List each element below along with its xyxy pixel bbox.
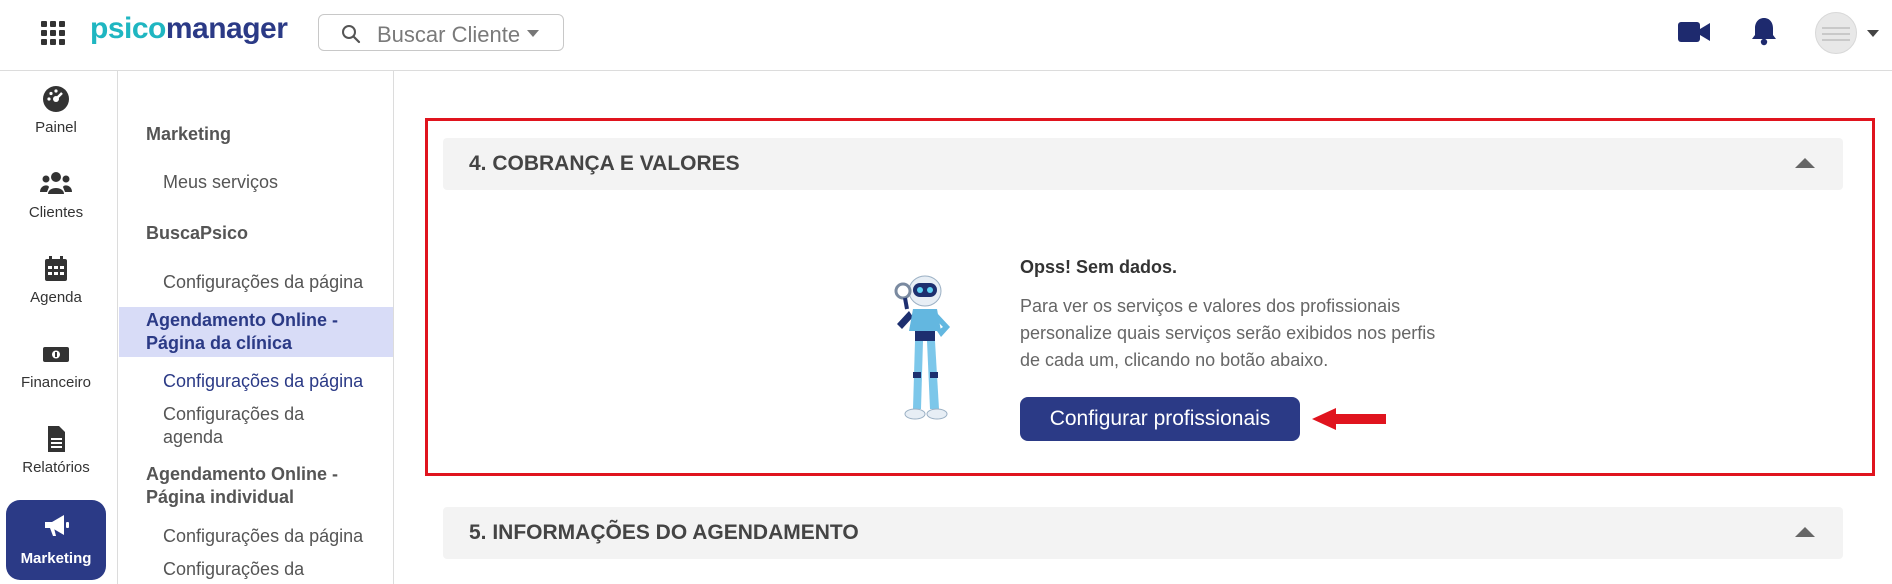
calendar-icon	[45, 256, 67, 281]
nav-label: Marketing	[20, 550, 92, 567]
chevron-up-icon[interactable]	[1795, 158, 1815, 168]
subnav-section-buscapsico[interactable]: BuscaPsico	[146, 222, 248, 245]
subnav-item-buscapsico-config[interactable]: Configurações da página	[163, 271, 363, 294]
megaphone-icon	[45, 515, 69, 536]
subnav-item-individual-config-pagina[interactable]: Configurações da página	[163, 525, 363, 548]
nav-item-agenda[interactable]: Agenda	[0, 251, 112, 321]
nav-item-marketing[interactable]: Marketing	[6, 500, 106, 580]
nav-label: Agenda	[30, 289, 82, 306]
chevron-down-icon[interactable]	[1867, 30, 1879, 37]
nav-item-painel[interactable]: Painel	[0, 81, 112, 151]
top-bar: psicomanager Buscar Cliente	[0, 0, 1892, 71]
subnav-section-agendamento-clinica[interactable]: Agendamento Online - Página da clínica	[119, 307, 393, 357]
empty-state-text: Para ver os serviços e valores dos profi…	[1020, 296, 1436, 370]
nav-label: Financeiro	[20, 374, 92, 391]
section-4-header[interactable]: 4. COBRANÇA E VALORES	[443, 138, 1843, 190]
subnav-section-agendamento-individual[interactable]: Agendamento Online - Página individual	[146, 463, 338, 509]
avatar[interactable]	[1815, 12, 1857, 54]
nav-item-financeiro[interactable]: Financeiro	[0, 336, 112, 406]
nav-label: Relatórios	[22, 459, 90, 476]
bell-icon[interactable]	[1750, 16, 1778, 46]
empty-state-title: Opss! Sem dados.	[1020, 257, 1178, 277]
section-title: 4. COBRANÇA E VALORES	[469, 152, 740, 175]
subnav-item-clinica-config-agenda[interactable]: Configurações da agenda	[163, 403, 304, 449]
apps-grid-icon[interactable]	[40, 20, 65, 45]
main-content: 4. COBRANÇA E VALORES Opss! Sem dados. P…	[395, 71, 1892, 584]
section-title: 5. INFORMAÇÕES DO AGENDAMENTO	[469, 521, 859, 544]
search-icon	[342, 25, 361, 44]
logo[interactable]: psicomanager	[90, 12, 288, 46]
nav-item-relatorios[interactable]: Relatórios	[0, 421, 112, 491]
main-nav: Painel Clientes Agenda Financeiro Relató…	[0, 71, 118, 584]
nav-label: Painel	[35, 119, 77, 136]
subnav-item-meus-servicos[interactable]: Meus serviços	[163, 171, 278, 194]
search-placeholder: Buscar Cliente	[377, 22, 521, 47]
subnav-section-marketing[interactable]: Marketing	[146, 123, 231, 146]
section-5-header[interactable]: 5. INFORMAÇÕES DO AGENDAMENTO	[443, 507, 1843, 559]
document-icon	[48, 426, 65, 452]
client-search[interactable]: Buscar Cliente	[318, 14, 564, 51]
configure-professionals-button[interactable]: Configurar profissionais	[1020, 397, 1300, 441]
red-arrow-icon	[1312, 408, 1386, 430]
subnav-item-clinica-config-pagina[interactable]: Configurações da página	[163, 370, 363, 393]
subnav-item-individual-config-agenda[interactable]: Configurações da	[163, 558, 304, 581]
chevron-down-icon[interactable]	[527, 30, 539, 37]
users-icon	[40, 172, 72, 194]
video-icon[interactable]	[1677, 20, 1711, 44]
marketing-subnav: Marketing Meus serviços BuscaPsico Confi…	[119, 71, 394, 584]
robot-illustration	[894, 275, 950, 420]
chevron-up-icon[interactable]	[1795, 527, 1815, 537]
dashboard-gauge-icon	[43, 86, 69, 112]
nav-item-clientes[interactable]: Clientes	[0, 166, 112, 236]
money-icon	[43, 347, 69, 362]
nav-label: Clientes	[28, 204, 84, 221]
